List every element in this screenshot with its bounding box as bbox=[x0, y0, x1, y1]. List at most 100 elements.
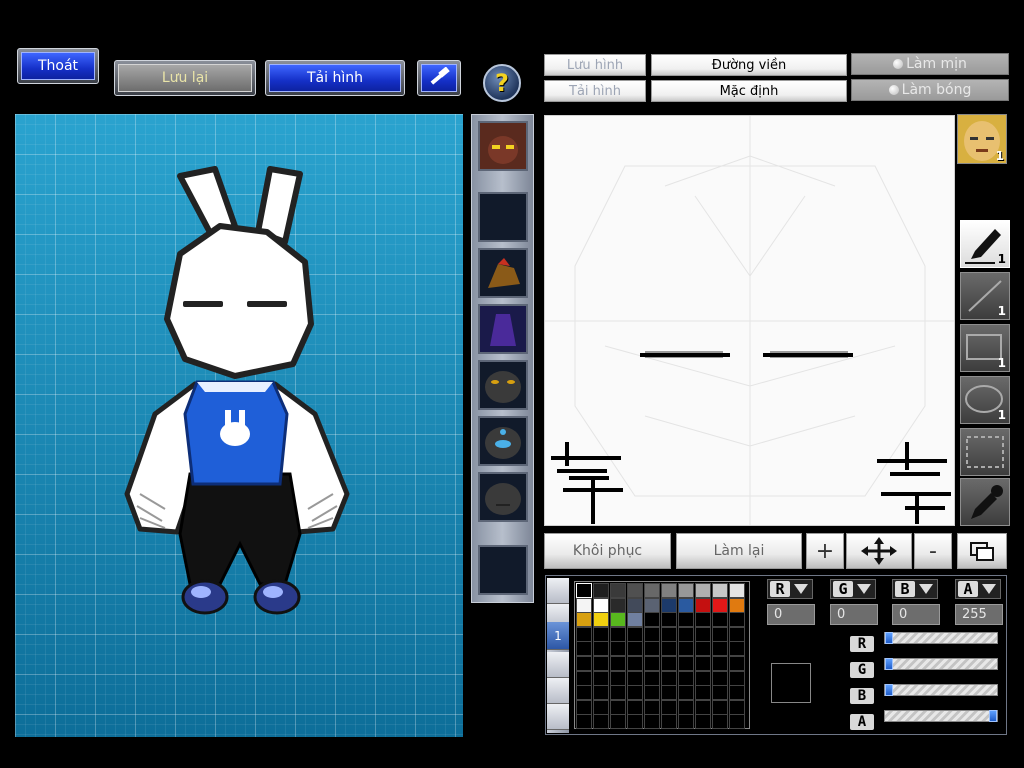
palette-swatch[interactable] bbox=[627, 699, 643, 715]
part-eyes-slot[interactable] bbox=[478, 360, 528, 410]
blue-value[interactable]: 0 bbox=[892, 604, 940, 625]
eyedropper-tool[interactable] bbox=[960, 478, 1010, 526]
zoom-in-button[interactable]: + bbox=[806, 533, 844, 569]
palette-swatch[interactable] bbox=[712, 641, 728, 657]
palette-swatch[interactable] bbox=[712, 626, 728, 642]
palette-swatch[interactable] bbox=[729, 612, 745, 628]
palette-swatch[interactable] bbox=[593, 597, 609, 613]
palette-swatch[interactable] bbox=[678, 583, 694, 598]
palette-swatch[interactable] bbox=[644, 597, 660, 613]
palette-swatch[interactable] bbox=[729, 670, 745, 686]
palette-swatch[interactable] bbox=[576, 699, 592, 715]
palette-swatch[interactable] bbox=[729, 583, 745, 598]
redo-button[interactable]: Làm lại bbox=[676, 533, 802, 569]
slider-knob[interactable] bbox=[989, 710, 997, 722]
palette-tab[interactable] bbox=[547, 578, 569, 604]
part-head-slot[interactable] bbox=[478, 121, 528, 171]
load-image-button[interactable]: Tải hình bbox=[544, 80, 646, 102]
palette-swatch[interactable] bbox=[627, 626, 643, 642]
palette-swatch[interactable] bbox=[576, 714, 592, 730]
palette-swatch[interactable] bbox=[661, 699, 677, 715]
avatar-thumb[interactable]: 1 bbox=[957, 114, 1007, 164]
palette-swatch[interactable] bbox=[610, 670, 626, 686]
palette-swatch[interactable] bbox=[695, 699, 711, 715]
palette-swatch[interactable] bbox=[576, 685, 592, 701]
palette-swatch[interactable] bbox=[678, 626, 694, 642]
part-empty-slot[interactable] bbox=[478, 545, 528, 595]
outline-button[interactable]: Đường viền bbox=[651, 54, 847, 76]
green-slider[interactable] bbox=[884, 658, 998, 670]
smooth-toggle[interactable]: Làm mịn bbox=[851, 53, 1009, 75]
palette-swatch[interactable] bbox=[729, 685, 745, 701]
exit-button[interactable]: Thoát bbox=[17, 48, 99, 84]
load-button[interactable]: Tải hình bbox=[265, 60, 405, 96]
palette-swatch[interactable] bbox=[695, 670, 711, 686]
part-mouth-slot[interactable] bbox=[478, 472, 528, 522]
palette-swatch[interactable] bbox=[610, 656, 626, 671]
blue-slider[interactable] bbox=[884, 684, 998, 696]
palette-swatch[interactable] bbox=[644, 699, 660, 715]
palette-swatch[interactable] bbox=[644, 656, 660, 671]
palette-swatch[interactable] bbox=[627, 597, 643, 613]
move-button[interactable] bbox=[846, 533, 912, 569]
palette-swatch[interactable] bbox=[610, 641, 626, 657]
palette-swatch[interactable] bbox=[695, 583, 711, 598]
palette-swatch[interactable] bbox=[610, 612, 626, 628]
palette-swatch[interactable] bbox=[712, 670, 728, 686]
palette-tab-active[interactable]: 1 bbox=[547, 622, 569, 650]
palette-swatch[interactable] bbox=[678, 699, 694, 715]
palette-swatch[interactable] bbox=[627, 612, 643, 628]
palette-swatch[interactable] bbox=[729, 699, 745, 715]
palette-swatch[interactable] bbox=[576, 641, 592, 657]
palette-swatch[interactable] bbox=[610, 685, 626, 701]
palette-swatch[interactable] bbox=[712, 612, 728, 628]
palette-swatch[interactable] bbox=[695, 626, 711, 642]
part-empty-slot[interactable] bbox=[478, 192, 528, 242]
palette-swatch[interactable] bbox=[661, 670, 677, 686]
shade-toggle[interactable]: Làm bóng bbox=[851, 79, 1009, 101]
palette-swatch[interactable] bbox=[610, 699, 626, 715]
alpha-channel-label[interactable]: A bbox=[955, 579, 1001, 599]
palette-swatch[interactable] bbox=[678, 641, 694, 657]
palette-swatch[interactable] bbox=[729, 714, 745, 730]
palette-swatch[interactable] bbox=[661, 714, 677, 730]
palette-swatch[interactable] bbox=[678, 656, 694, 671]
line-tool[interactable]: 1 bbox=[960, 272, 1010, 320]
palette-swatch[interactable] bbox=[644, 612, 660, 628]
palette-swatch[interactable] bbox=[644, 714, 660, 730]
part-body-slot[interactable] bbox=[478, 304, 528, 354]
palette-swatch[interactable] bbox=[576, 626, 592, 642]
palette-swatch[interactable] bbox=[678, 597, 694, 613]
palette-swatch[interactable] bbox=[661, 685, 677, 701]
ellipse-tool[interactable]: 1 bbox=[960, 376, 1010, 424]
palette-swatch[interactable] bbox=[661, 612, 677, 628]
blue-channel-label[interactable]: B bbox=[892, 579, 938, 599]
default-button[interactable]: Mặc định bbox=[651, 80, 847, 102]
palette-swatch[interactable] bbox=[593, 626, 609, 642]
palette-swatch[interactable] bbox=[712, 597, 728, 613]
palette-swatch[interactable] bbox=[678, 685, 694, 701]
palette-swatch[interactable] bbox=[712, 685, 728, 701]
alpha-value[interactable]: 255 bbox=[955, 604, 1003, 625]
palette-swatch[interactable] bbox=[644, 583, 660, 598]
save-button[interactable]: Lưu lại bbox=[114, 60, 256, 96]
red-value[interactable]: 0 bbox=[767, 604, 815, 625]
palette-swatch[interactable] bbox=[644, 641, 660, 657]
palette-swatch[interactable] bbox=[644, 626, 660, 642]
palette-swatch[interactable] bbox=[729, 597, 745, 613]
slider-knob[interactable] bbox=[885, 658, 893, 670]
palette-swatch[interactable] bbox=[610, 583, 626, 598]
palette-swatch[interactable] bbox=[610, 597, 626, 613]
palette-tab[interactable] bbox=[547, 652, 569, 678]
palette-swatch[interactable] bbox=[610, 714, 626, 730]
palette-swatch[interactable] bbox=[729, 641, 745, 657]
drawing-canvas[interactable] bbox=[544, 115, 955, 526]
alpha-slider[interactable] bbox=[884, 710, 998, 722]
palette-swatch[interactable] bbox=[695, 641, 711, 657]
palette-swatch[interactable] bbox=[593, 583, 609, 598]
palette-swatch[interactable] bbox=[576, 670, 592, 686]
rectangle-tool[interactable]: 1 bbox=[960, 324, 1010, 372]
slider-knob[interactable] bbox=[885, 632, 893, 644]
palette-swatch[interactable] bbox=[678, 670, 694, 686]
palette-swatch[interactable] bbox=[627, 714, 643, 730]
